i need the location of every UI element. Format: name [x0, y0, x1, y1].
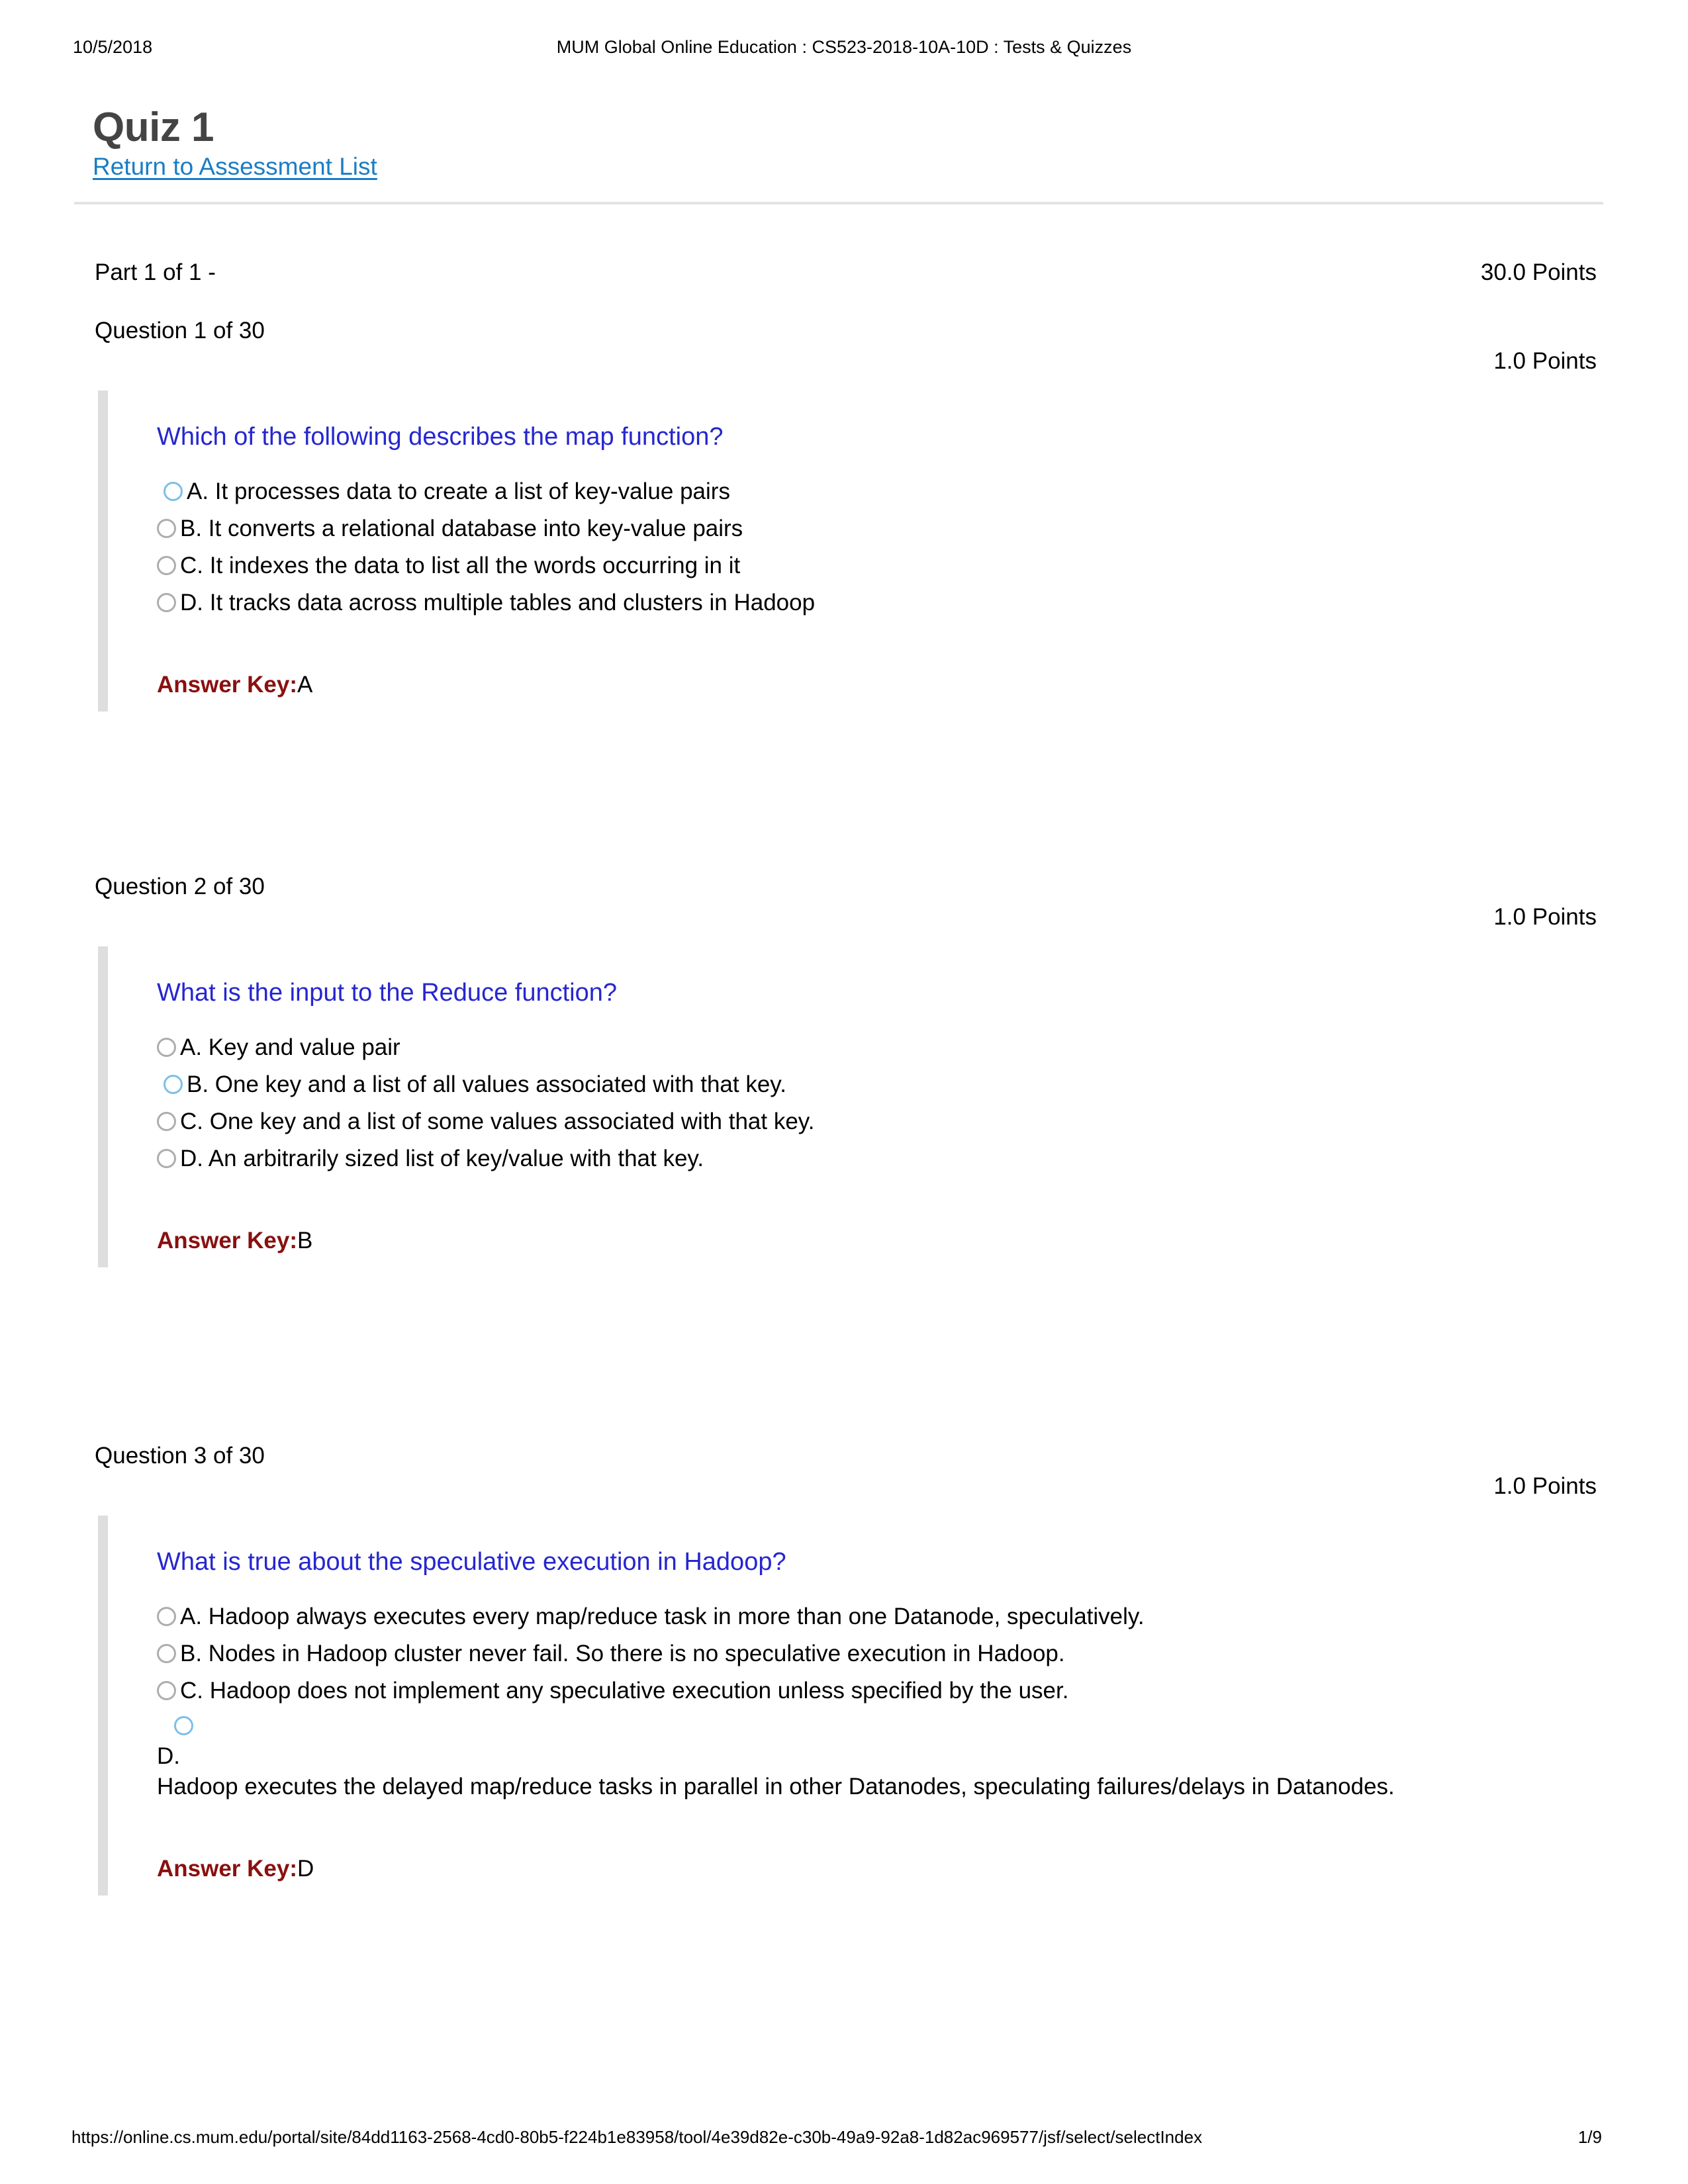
question-block: Question 3 of 30 1.0 Points What is true a… [0, 1443, 1688, 1895]
question-number: Question 3 of 30 [95, 1443, 265, 1469]
answer-option[interactable]: B. Nodes in Hadoop cluster never fail. S… [157, 1642, 1688, 1670]
answer-option[interactable]: B. It converts a relational database int… [157, 517, 1688, 545]
answer-option-row[interactable]: C. Hadoop does not implement any specula… [157, 1679, 1688, 1702]
answer-option-row[interactable]: C. One key and a list of some values ass… [157, 1110, 1688, 1133]
answer-option-text: C. Hadoop does not implement any specula… [180, 1678, 1069, 1704]
answer-option-row[interactable]: B. Nodes in Hadoop cluster never fail. S… [157, 1642, 1688, 1665]
question-number: Question 1 of 30 [95, 318, 265, 343]
question-header: Question 3 of 30 1.0 Points [0, 1443, 1688, 1516]
answer-option-row[interactable]: A. Key and value pair [157, 1036, 1688, 1059]
question-text: What is the input to the Reduce function… [157, 979, 617, 1007]
question-block: Question 1 of 30 1.0 Points Which of the f… [0, 318, 1688, 712]
answer-option-text: C. One key and a list of some values ass… [180, 1109, 815, 1135]
radio-unselected-icon[interactable] [157, 519, 176, 539]
question-header: Question 2 of 30 1.0 Points [0, 874, 1688, 946]
question-points: 1.0 Points [1493, 904, 1597, 930]
answer-option[interactable]: C. One key and a list of some values ass… [157, 1110, 1688, 1138]
question-points: 1.0 Points [1493, 348, 1597, 374]
radio-selected-icon[interactable] [174, 1716, 193, 1736]
question-header: Question 1 of 30 1.0 Points [0, 318, 1688, 390]
answer-option[interactable]: A. It processes data to create a list of… [157, 480, 1688, 508]
radio-unselected-icon[interactable] [157, 556, 176, 576]
answer-options-list: A. It processes data to create a list of… [157, 480, 1688, 619]
browser-print-header: 10/5/2018 MUM Global Online Education : … [0, 37, 1688, 64]
footer-page-number: 1/9 [1577, 2127, 1602, 2147]
answer-option-row[interactable]: C. It indexes the data to list all the w… [157, 554, 1688, 577]
question-number: Question 2 of 30 [95, 874, 265, 899]
answer-option-row[interactable]: D. Hadoop executes the delayed map/reduce… [157, 1716, 1688, 1802]
question-text: Which of the following describes the map… [157, 423, 724, 451]
radio-selected-icon[interactable] [164, 1075, 183, 1095]
answer-option-letter: D. [157, 1743, 180, 1770]
answer-option[interactable]: D. Hadoop executes the delayed map/reduce… [157, 1716, 1688, 1802]
part-label: Part 1 of 1 - [95, 259, 216, 285]
footer-url: https://online.cs.mum.edu/portal/site/84… [71, 2127, 1203, 2147]
quiz-title-block: Quiz 1 Return to Assessment List [93, 106, 1602, 181]
question-points: 1.0 Points [1493, 1473, 1597, 1499]
answer-option-text: A. Hadoop always executes every map/redu… [180, 1604, 1145, 1630]
answer-option-row[interactable]: B. It converts a relational database int… [157, 517, 1688, 540]
print-page-title: MUM Global Online Education : CS523-2018… [556, 37, 1132, 57]
answer-option-text: B. Nodes in Hadoop cluster never fail. S… [180, 1641, 1065, 1667]
radio-selected-icon[interactable] [164, 482, 183, 502]
radio-unselected-icon[interactable] [157, 1038, 176, 1058]
return-to-assessment-list-link[interactable]: Return to Assessment List [93, 153, 377, 181]
radio-unselected-icon[interactable] [157, 1112, 176, 1132]
answer-option[interactable]: C. Hadoop does not implement any specula… [157, 1679, 1688, 1707]
answer-key: Answer Key:A [157, 672, 1688, 698]
question-body: Which of the following describes the map… [98, 390, 1688, 712]
answer-options-list: A. Key and value pair B. One key and a li… [157, 1036, 1688, 1175]
answer-option-row[interactable]: A. It processes data to create a list of… [157, 480, 1688, 503]
radio-unselected-icon[interactable] [157, 1607, 176, 1627]
answer-option-row[interactable]: D. It tracks data across multiple tables… [157, 591, 1688, 614]
answer-option-text: D. An arbitrarily sized list of key/valu… [180, 1146, 704, 1172]
answer-key: Answer Key:B [157, 1228, 1688, 1254]
answer-key-label: Answer Key: [157, 1855, 298, 1882]
question-block: Question 2 of 30 1.0 Points What is the in… [0, 874, 1688, 1268]
page-title: Quiz 1 [93, 105, 214, 150]
answer-option[interactable]: C. It indexes the data to list all the w… [157, 554, 1688, 582]
answer-key-label: Answer Key: [157, 1228, 298, 1254]
answer-key-label: Answer Key: [157, 672, 298, 698]
question-text: What is true about the speculative execu… [157, 1548, 786, 1576]
title-divider [74, 202, 1603, 205]
answer-key: Answer Key:D [157, 1856, 1688, 1882]
answer-option[interactable]: B. One key and a list of all values asso… [157, 1073, 1688, 1101]
answer-option-text: A. It processes data to create a list of… [187, 478, 730, 505]
answer-option-text: B. One key and a list of all values asso… [187, 1071, 786, 1098]
answer-option-text: C. It indexes the data to list all the w… [180, 553, 741, 579]
answer-option-text: D. It tracks data across multiple tables… [180, 590, 816, 616]
answer-option[interactable]: A. Hadoop always executes every map/redu… [157, 1605, 1688, 1633]
answer-option-row[interactable]: D. An arbitrarily sized list of key/valu… [157, 1147, 1688, 1170]
radio-unselected-icon[interactable] [157, 1681, 176, 1701]
part-points: 30.0 Points [1480, 259, 1597, 285]
answer-option-text: A. Key and value pair [180, 1034, 400, 1061]
part-summary-row: Part 1 of 1 - 30.0 Points [0, 259, 1688, 290]
answer-option[interactable]: D. An arbitrarily sized list of key/valu… [157, 1147, 1688, 1175]
browser-print-footer: https://online.cs.mum.edu/portal/site/84… [0, 2127, 1688, 2154]
answer-option[interactable]: D. It tracks data across multiple tables… [157, 591, 1688, 619]
radio-unselected-icon[interactable] [157, 1149, 176, 1169]
question-body: What is the input to the Reduce function… [98, 946, 1688, 1268]
radio-unselected-icon[interactable] [157, 593, 176, 613]
answer-key-value: D [297, 1855, 314, 1882]
answer-options-list: A. Hadoop always executes every map/redu… [157, 1605, 1688, 1802]
answer-option-row[interactable]: B. One key and a list of all values asso… [157, 1073, 1688, 1096]
answer-option-text: Hadoop executes the delayed map/reduce t… [157, 1774, 1395, 1800]
answer-key-value: A [297, 672, 313, 698]
answer-option-row[interactable]: A. Hadoop always executes every map/redu… [157, 1605, 1688, 1628]
answer-option-text: B. It converts a relational database int… [180, 516, 743, 542]
question-body: What is true about the speculative execu… [98, 1516, 1688, 1895]
answer-key-value: B [297, 1228, 313, 1254]
answer-option[interactable]: A. Key and value pair [157, 1036, 1688, 1064]
radio-unselected-icon[interactable] [157, 1644, 176, 1664]
